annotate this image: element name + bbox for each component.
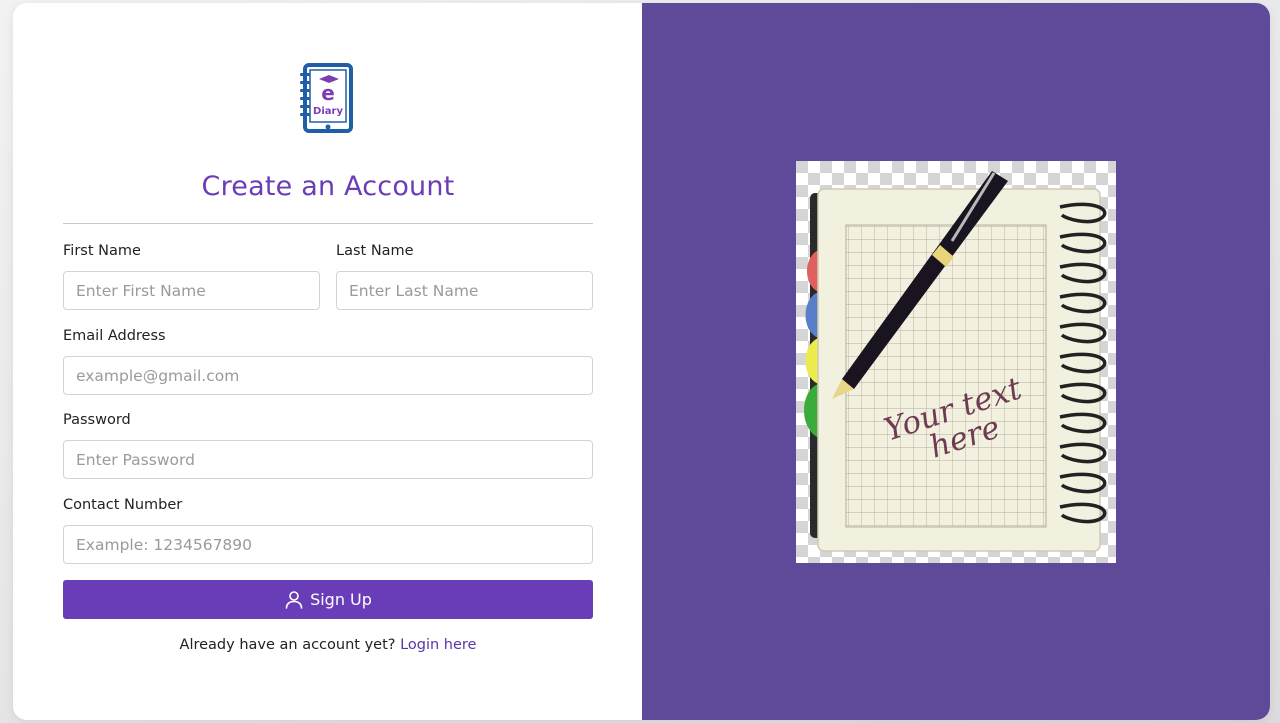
title-divider: [63, 223, 593, 224]
login-prompt: Already have an account yet? Login here: [63, 637, 593, 653]
login-link[interactable]: Login here: [400, 637, 476, 653]
email-input[interactable]: [63, 356, 593, 395]
form-panel: e Diary Create an Account First Name Las…: [13, 3, 642, 720]
sign-up-label: Sign Up: [310, 590, 372, 609]
last-name-label: Last Name: [336, 243, 414, 259]
ediary-logo: e Diary: [300, 63, 353, 133]
sign-up-button[interactable]: Sign Up: [63, 580, 593, 619]
notebook-illustration: Your text here: [796, 161, 1116, 563]
contact-label: Contact Number: [63, 497, 183, 513]
password-label: Password: [63, 412, 131, 428]
signup-card: e Diary Create an Account First Name Las…: [13, 3, 1270, 720]
logo-text: Diary: [313, 106, 343, 117]
logo-letter: e: [321, 81, 335, 105]
page-title: Create an Account: [201, 171, 455, 202]
first-name-input[interactable]: [63, 271, 320, 310]
last-name-input[interactable]: [336, 271, 593, 310]
illustration-panel: Your text here: [642, 3, 1270, 720]
email-label: Email Address: [63, 328, 166, 344]
password-input[interactable]: [63, 440, 593, 479]
contact-input[interactable]: [63, 525, 593, 564]
user-icon: [285, 590, 303, 609]
first-name-label: First Name: [63, 243, 141, 259]
login-prompt-text: Already have an account yet?: [179, 637, 396, 653]
